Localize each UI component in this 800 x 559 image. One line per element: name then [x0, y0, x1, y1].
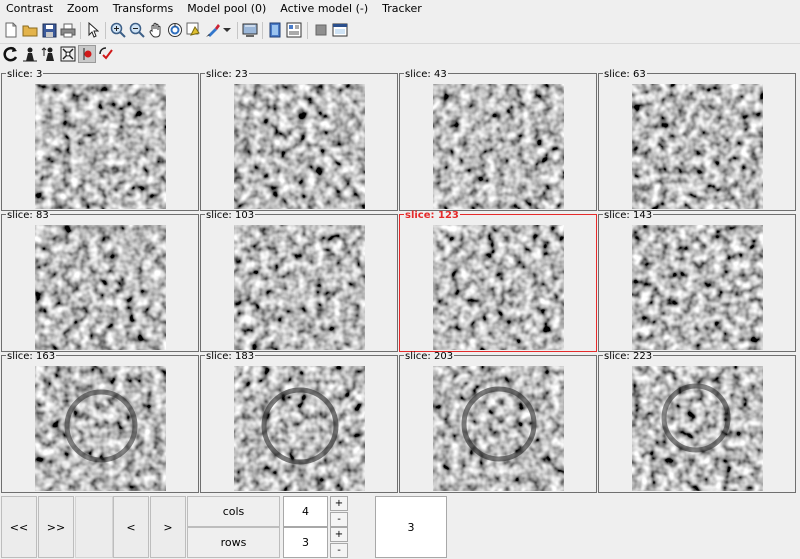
slice-image: [632, 225, 763, 350]
cols-label: cols: [187, 496, 280, 527]
rotate-icon[interactable]: [166, 21, 184, 39]
slice-image: [234, 225, 365, 350]
slice-tile-selected[interactable]: slice: 123: [399, 210, 597, 352]
figure-up-icon[interactable]: [40, 45, 58, 63]
menu-model-pool[interactable]: Model pool (0): [180, 0, 273, 18]
paint-brush-icon[interactable]: [204, 21, 222, 39]
slice-image: [632, 84, 763, 209]
cols-decrement-button[interactable]: -: [330, 512, 348, 527]
slice-label: slice: 203: [404, 351, 455, 362]
slice-tile[interactable]: slice: 103: [200, 210, 398, 352]
slice-label: slice: 163: [6, 351, 57, 362]
slice-label: slice: 43: [404, 69, 448, 80]
menu-active-model[interactable]: Active model (-): [273, 0, 375, 18]
slice-image: [433, 84, 564, 209]
slice-grid: slice: 3 slice: 23 slice: 43 slice: 63 s…: [0, 70, 800, 494]
slice-tile[interactable]: slice: 183: [200, 351, 398, 493]
slice-tile[interactable]: slice: 223: [598, 351, 796, 493]
cols-field[interactable]: 4: [283, 496, 328, 527]
slice-label: slice: 63: [603, 69, 647, 80]
next-button[interactable]: >: [150, 496, 186, 558]
slice-image: [433, 366, 564, 491]
slice-label: slice: 23: [205, 69, 249, 80]
slice-image: [234, 84, 365, 209]
dropdown-arrow-icon[interactable]: [222, 21, 232, 39]
refresh-icon[interactable]: [2, 45, 20, 63]
slice-tile[interactable]: slice: 163: [1, 351, 199, 493]
slice-tile[interactable]: slice: 63: [598, 69, 796, 211]
model-icon[interactable]: [185, 21, 203, 39]
stop-icon[interactable]: [312, 21, 330, 39]
slice-label: slice: 123: [404, 210, 460, 221]
slice-tile[interactable]: slice: 23: [200, 69, 398, 211]
record-dot-icon[interactable]: [78, 45, 96, 63]
crosshair-icon[interactable]: [59, 45, 77, 63]
slice-image: [234, 366, 365, 491]
new-icon[interactable]: [2, 21, 20, 39]
slice-tile[interactable]: slice: 143: [598, 210, 796, 352]
slice-tile[interactable]: slice: 83: [1, 210, 199, 352]
window-icon[interactable]: [331, 21, 349, 39]
rows-label: rows: [187, 527, 280, 558]
slice-label: slice: 83: [6, 210, 50, 221]
slice-label: slice: 103: [205, 210, 256, 221]
previous-button[interactable]: <: [113, 496, 149, 558]
secondary-toolbar: [0, 43, 800, 65]
panel-icon[interactable]: [266, 21, 284, 39]
zoom-out-icon[interactable]: [128, 21, 146, 39]
slice-image: [35, 225, 166, 350]
cols-increment-button[interactable]: +: [330, 496, 348, 511]
menu-zoom[interactable]: Zoom: [60, 0, 106, 18]
slice-tile[interactable]: slice: 203: [399, 351, 597, 493]
slice-image: [35, 84, 166, 209]
slice-tile[interactable]: slice: 3: [1, 69, 199, 211]
next-page-button[interactable]: >>: [38, 496, 74, 558]
slice-tile[interactable]: slice: 43: [399, 69, 597, 211]
screen-icon[interactable]: [241, 21, 259, 39]
print-icon[interactable]: [59, 21, 77, 39]
open-icon[interactable]: [21, 21, 39, 39]
pan-hand-icon[interactable]: [147, 21, 165, 39]
slice-label: slice: 223: [603, 351, 654, 362]
zoom-in-icon[interactable]: [109, 21, 127, 39]
main-toolbar: [0, 19, 800, 44]
slice-label: slice: 143: [603, 210, 654, 221]
first-page-button[interactable]: <<: [1, 496, 37, 558]
menu-transforms[interactable]: Transforms: [106, 0, 180, 18]
rows-field[interactable]: 3: [283, 527, 328, 558]
layout-icon[interactable]: [285, 21, 303, 39]
spacer-panel: [75, 496, 113, 558]
figure-icon[interactable]: [21, 45, 39, 63]
slice-image: [632, 366, 763, 491]
save-icon[interactable]: [40, 21, 58, 39]
pointer-icon[interactable]: [84, 21, 102, 39]
slice-label: slice: 3: [6, 69, 44, 80]
slice-image: [433, 225, 564, 350]
bottom-control-panel: << >> < > cols 4 + - rows 3 + - 3: [0, 495, 800, 559]
slice-image: [35, 366, 166, 491]
apply-icon[interactable]: [97, 45, 115, 63]
rows-increment-button[interactable]: +: [330, 527, 348, 542]
menu-tracker[interactable]: Tracker: [375, 0, 429, 18]
slice-label: slice: 183: [205, 351, 256, 362]
page-display: 3: [375, 496, 447, 558]
menu-bar: Contrast Zoom Transforms Model pool (0) …: [0, 0, 800, 18]
menu-contrast[interactable]: Contrast: [0, 0, 60, 18]
rows-decrement-button[interactable]: -: [330, 543, 348, 558]
